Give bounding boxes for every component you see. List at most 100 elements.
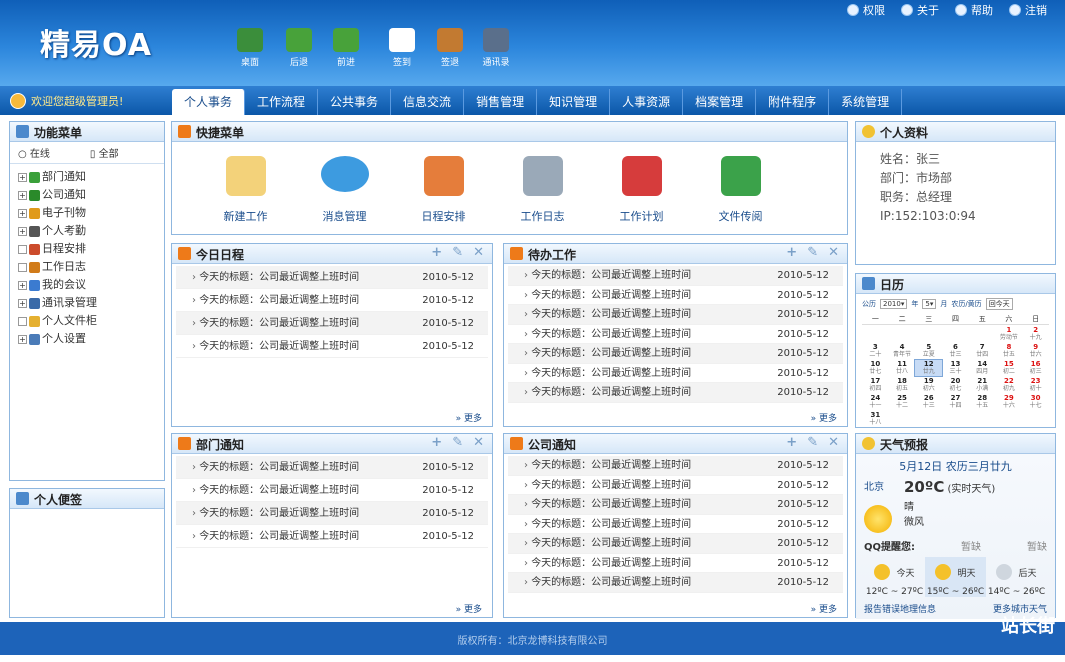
calendar-day[interactable]: 6 廿三 xyxy=(942,343,969,359)
quick-item[interactable]: 工作计划 xyxy=(592,156,691,224)
goto-today-button[interactable]: 回今天 xyxy=(985,298,1013,310)
calendar-day[interactable]: 13 三十 xyxy=(942,360,969,376)
top-link-2[interactable]: 帮助 xyxy=(955,2,993,18)
list-item[interactable]: 今天的标题：公司最近调整上班时间2010-5-12 xyxy=(508,456,843,476)
edit-icon[interactable]: ✎ xyxy=(807,435,818,450)
filter-all[interactable]: ▯ 全部 xyxy=(90,145,119,160)
calendar-day[interactable]: 8 廿五 xyxy=(996,343,1023,359)
menu-item[interactable]: + 公司通知 xyxy=(18,186,156,204)
quick-item[interactable]: 文件传阅 xyxy=(691,156,790,224)
calendar-day[interactable]: 29 十六 xyxy=(996,394,1023,410)
filter-online[interactable]: ○ 在线 xyxy=(18,145,50,160)
menu-item[interactable]: 个人文件柜 xyxy=(18,312,156,330)
close-icon[interactable]: ✕ xyxy=(473,435,484,450)
report-error-link[interactable]: 报告错误地理信息 xyxy=(864,602,936,615)
toolbar-checkin-button[interactable]: 签到 xyxy=(377,28,427,68)
toolbar-home-button[interactable]: 桌面 xyxy=(225,28,275,68)
toolbar-briefcase-button[interactable]: 签退 xyxy=(425,28,475,68)
list-item[interactable]: 今天的标题：公司最近调整上班时间2010-5-12 xyxy=(508,325,843,344)
menu-item[interactable]: + 部门通知 xyxy=(18,168,156,186)
calendar-today[interactable]: 12 廿九 xyxy=(914,359,944,377)
list-item[interactable]: 今天的标题：公司最近调整上班时间2010-5-12 xyxy=(176,289,488,312)
list-item[interactable]: 今天的标题：公司最近调整上班时间2010-5-12 xyxy=(508,495,843,515)
calendar-day[interactable]: 10 廿七 xyxy=(862,360,889,376)
list-item[interactable]: 今天的标题：公司最近调整上班时间2010-5-12 xyxy=(508,534,843,554)
calendar-day[interactable]: 24 十一 xyxy=(862,394,889,410)
list-item[interactable]: 今天的标题：公司最近调整上班时间2010-5-12 xyxy=(508,344,843,364)
list-item[interactable]: 今天的标题：公司最近调整上班时间2010-5-12 xyxy=(508,305,843,325)
nav-tab[interactable]: 个人事务 xyxy=(172,89,246,115)
add-icon[interactable]: + xyxy=(786,435,797,450)
nav-tab[interactable]: 公共事务 xyxy=(318,89,392,115)
calendar-day[interactable]: 31 十八 xyxy=(862,411,889,427)
toolbar-arrow-left-button[interactable]: 后退 xyxy=(274,28,324,68)
more-link[interactable]: » 更多 xyxy=(811,602,837,615)
list-item[interactable]: 今天的标题：公司最近调整上班时间2010-5-12 xyxy=(508,286,843,305)
add-icon[interactable]: + xyxy=(431,245,442,260)
calendar-day[interactable]: 30 十七 xyxy=(1022,394,1049,410)
list-item[interactable]: 今天的标题：公司最近调整上班时间2010-5-12 xyxy=(508,515,843,534)
year-select[interactable]: 2010▾ xyxy=(880,299,908,309)
calendar-day[interactable]: 4 青年节 xyxy=(889,343,916,359)
list-item[interactable]: 今天的标题：公司最近调整上班时间2010-5-12 xyxy=(176,502,488,525)
more-link[interactable]: » 更多 xyxy=(811,411,837,424)
calendar-day[interactable]: 11 廿八 xyxy=(889,360,916,376)
nav-tab[interactable]: 人事资源 xyxy=(610,89,684,115)
menu-item[interactable]: + 个人设置 xyxy=(18,330,156,348)
calendar-day[interactable]: 28 十五 xyxy=(969,394,996,410)
nav-tab[interactable]: 档案管理 xyxy=(683,89,757,115)
list-item[interactable]: 今天的标题：公司最近调整上班时间2010-5-12 xyxy=(176,266,488,289)
add-icon[interactable]: + xyxy=(431,435,442,450)
menu-item[interactable]: + 通讯录管理 xyxy=(18,294,156,312)
edit-icon[interactable]: ✎ xyxy=(452,245,463,260)
month-select[interactable]: 5▾ xyxy=(922,299,937,309)
calendar-day[interactable]: 3 二十 xyxy=(862,343,889,359)
quick-item[interactable]: 日程安排 xyxy=(394,156,493,224)
list-item[interactable]: 今天的标题：公司最近调整上班时间2010-5-12 xyxy=(176,479,488,502)
menu-item[interactable]: + 电子刊物 xyxy=(18,204,156,222)
top-link-1[interactable]: 关于 xyxy=(901,2,939,18)
calendar-day[interactable]: 5 立夏 xyxy=(915,343,942,359)
list-item[interactable]: 今天的标题：公司最近调整上班时间2010-5-12 xyxy=(176,525,488,548)
nav-tab[interactable]: 信息交流 xyxy=(391,89,465,115)
list-item[interactable]: 今天的标题：公司最近调整上班时间2010-5-12 xyxy=(508,554,843,573)
list-item[interactable]: 今天的标题：公司最近调整上班时间2010-5-12 xyxy=(508,364,843,383)
calendar-day[interactable]: 14 四月 xyxy=(969,360,996,376)
list-item[interactable]: 今天的标题：公司最近调整上班时间2010-5-12 xyxy=(176,456,488,479)
calendar-day[interactable]: 25 十二 xyxy=(889,394,916,410)
nav-tab[interactable]: 系统管理 xyxy=(829,89,903,115)
close-icon[interactable]: ✕ xyxy=(473,245,484,260)
calendar-day[interactable]: 16 初三 xyxy=(1022,360,1049,376)
nav-tab[interactable]: 工作流程 xyxy=(245,89,319,115)
calendar-day[interactable]: 17 初四 xyxy=(862,377,889,393)
menu-item[interactable]: + 个人考勤 xyxy=(18,222,156,240)
list-item[interactable]: 今天的标题：公司最近调整上班时间2010-5-12 xyxy=(508,266,843,286)
calendar-day[interactable]: 18 初五 xyxy=(889,377,916,393)
calendar-day[interactable]: 9 廿六 xyxy=(1022,343,1049,359)
list-item[interactable]: 今天的标题：公司最近调整上班时间2010-5-12 xyxy=(176,335,488,358)
calendar-day[interactable]: 26 十三 xyxy=(915,394,942,410)
edit-icon[interactable]: ✎ xyxy=(452,435,463,450)
nav-tab[interactable]: 附件程序 xyxy=(756,89,830,115)
calendar-day[interactable]: 23 初十 xyxy=(1022,377,1049,393)
close-icon[interactable]: ✕ xyxy=(828,245,839,260)
quick-item[interactable]: 消息管理 xyxy=(295,156,394,224)
nav-tab[interactable]: 知识管理 xyxy=(537,89,611,115)
more-link[interactable]: » 更多 xyxy=(456,602,482,615)
list-item[interactable]: 今天的标题：公司最近调整上班时间2010-5-12 xyxy=(176,312,488,335)
top-link-0[interactable]: 权限 xyxy=(847,2,885,18)
nav-tab[interactable]: 销售管理 xyxy=(464,89,538,115)
list-item[interactable]: 今天的标题：公司最近调整上班时间2010-5-12 xyxy=(508,383,843,403)
top-link-3[interactable]: 注销 xyxy=(1009,2,1047,18)
toolbar-address-book-button[interactable]: 通讯录 xyxy=(471,28,521,68)
list-item[interactable]: 今天的标题：公司最近调整上班时间2010-5-12 xyxy=(508,573,843,593)
calendar-day[interactable]: 15 初二 xyxy=(996,360,1023,376)
calendar-day[interactable]: 1 劳动节 xyxy=(996,326,1023,342)
edit-icon[interactable]: ✎ xyxy=(807,245,818,260)
quick-item[interactable]: 工作日志 xyxy=(493,156,592,224)
add-icon[interactable]: + xyxy=(786,245,797,260)
menu-item[interactable]: 日程安排 xyxy=(18,240,156,258)
quick-item[interactable]: 新建工作 xyxy=(196,156,295,224)
list-item[interactable]: 今天的标题：公司最近调整上班时间2010-5-12 xyxy=(508,476,843,495)
calendar-day[interactable]: 2 十九 xyxy=(1022,326,1049,342)
